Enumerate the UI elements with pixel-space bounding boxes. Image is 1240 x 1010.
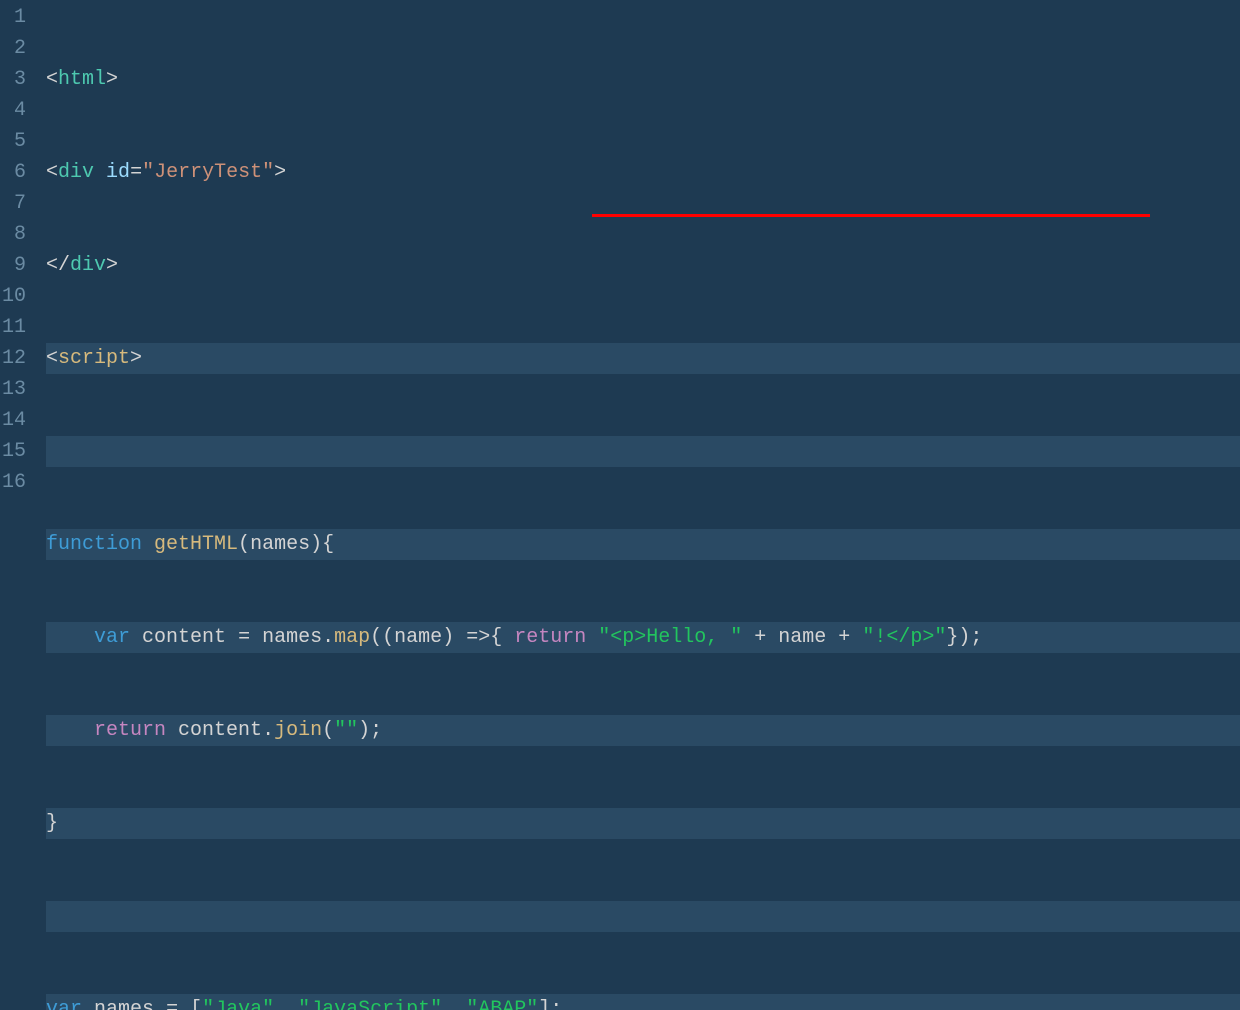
code-area[interactable]: <html> <div id="JerryTest"> </div> <scri…: [36, 0, 1240, 505]
line-number: 16: [0, 467, 26, 498]
code-line: var names = ["Java", "JavaScript", "ABAP…: [46, 994, 1240, 1010]
line-number: 13: [0, 374, 26, 405]
code-line: </div>: [46, 250, 1240, 281]
red-underline-annotation: [592, 214, 1150, 217]
code-line: <div id="JerryTest">: [46, 157, 1240, 188]
code-line: <script>: [46, 343, 1240, 374]
line-number: 2: [0, 33, 26, 64]
code-line: return content.join("");: [46, 715, 1240, 746]
line-number: 5: [0, 126, 26, 157]
line-number: 12: [0, 343, 26, 374]
line-number: 7: [0, 188, 26, 219]
code-line: var content = names.map((name) =>{ retur…: [46, 622, 1240, 653]
line-number-gutter: 1 2 3 4 5 6 7 8 9 10 11 12 13 14 15 16: [0, 0, 36, 505]
line-number: 3: [0, 64, 26, 95]
line-number: 6: [0, 157, 26, 188]
code-editor[interactable]: 1 2 3 4 5 6 7 8 9 10 11 12 13 14 15 16 <…: [0, 0, 1240, 505]
code-line: [46, 436, 1240, 467]
code-line: [46, 901, 1240, 932]
line-number: 11: [0, 312, 26, 343]
line-number: 4: [0, 95, 26, 126]
line-number: 9: [0, 250, 26, 281]
line-number: 8: [0, 219, 26, 250]
code-line: }: [46, 808, 1240, 839]
code-line: function getHTML(names){: [46, 529, 1240, 560]
code-line: <html>: [46, 64, 1240, 95]
line-number: 15: [0, 436, 26, 467]
line-number: 10: [0, 281, 26, 312]
line-number: 1: [0, 2, 26, 33]
line-number: 14: [0, 405, 26, 436]
